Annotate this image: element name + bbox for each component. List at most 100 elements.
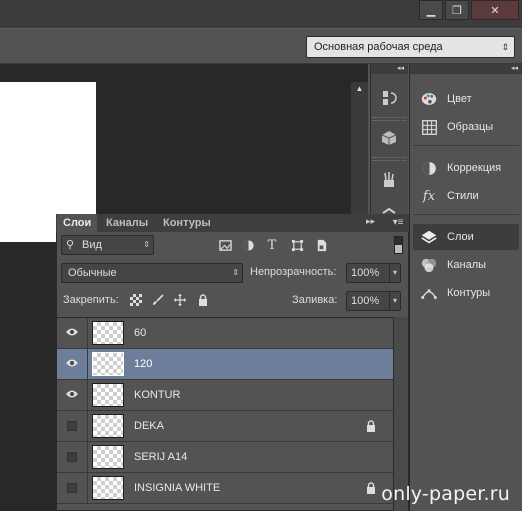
dock-item-label: Коррекция	[447, 162, 502, 174]
layer-name[interactable]: SERIJ A14	[134, 442, 187, 472]
opacity-label: Непрозрачность:	[250, 266, 337, 278]
layers-stack-icon	[419, 227, 439, 247]
swatches-grid-icon	[419, 117, 439, 137]
layer-row-selected[interactable]: 120	[57, 349, 393, 380]
lock-icon	[365, 420, 377, 432]
layers-list: 60 120 KONTUR DEKA SERIJ A14 INSIGNIA WH…	[57, 317, 393, 511]
lock-all-icon[interactable]	[196, 293, 210, 307]
fill-value: 100%	[351, 295, 380, 307]
visibility-toggle[interactable]	[57, 473, 88, 503]
chevron-updown-icon: ⇕	[143, 240, 150, 249]
layer-kind-filter[interactable]: ⚲ Вид ⇕	[61, 235, 154, 255]
chevron-down-icon[interactable]: ▾	[388, 264, 397, 282]
chevron-updown-icon: ⇕	[232, 268, 239, 277]
type-filter-icon[interactable]: T	[264, 237, 280, 253]
history-icon[interactable]	[373, 83, 405, 113]
adjustment-circle-icon	[419, 158, 439, 178]
layers-scrollbar[interactable]	[393, 317, 408, 511]
hidden-box-icon	[67, 421, 77, 431]
collapse-icon[interactable]: ▸▸	[366, 216, 375, 227]
lock-transparency-icon[interactable]	[129, 293, 143, 307]
lock-position-move-icon[interactable]	[173, 293, 187, 307]
dock-item-channels[interactable]: Каналы	[413, 252, 519, 278]
fill-field[interactable]: 100% ▾	[346, 291, 401, 311]
minimize-button[interactable]: ▁	[419, 0, 443, 20]
adjustment-filter-icon[interactable]	[240, 237, 256, 253]
strip-grip[interactable]	[372, 157, 406, 161]
visibility-toggle[interactable]	[57, 349, 88, 379]
layer-thumbnail[interactable]	[92, 321, 124, 345]
chevron-updown-icon: ⇕	[501, 42, 509, 52]
blend-mode-select[interactable]: Обычные ⇕	[61, 263, 243, 283]
opacity-value: 100%	[351, 267, 380, 279]
dock-item-styles[interactable]: fx Стили	[413, 183, 519, 209]
layer-row[interactable]: 60	[57, 318, 393, 349]
scroll-up-icon[interactable]: ▲	[351, 84, 368, 93]
lock-label: Закрепить:	[63, 294, 119, 306]
dock-item-swatches[interactable]: Образцы	[413, 114, 519, 140]
lock-icon	[365, 482, 377, 494]
dock-item-label: Стили	[447, 190, 479, 202]
layer-thumbnail[interactable]	[92, 414, 124, 438]
layer-name[interactable]: INSIGNIA WHITE	[134, 473, 220, 503]
properties-cube-icon[interactable]	[373, 123, 405, 153]
layer-thumbnail[interactable]	[92, 445, 124, 469]
layer-row[interactable]: INSIGNIA WHITE	[57, 473, 393, 504]
opacity-field[interactable]: 100% ▾	[346, 263, 401, 283]
layer-row[interactable]: DEKA	[57, 411, 393, 442]
brushes-icon[interactable]	[373, 165, 405, 195]
layer-thumbnail[interactable]	[92, 352, 124, 376]
dock-item-label: Каналы	[447, 259, 487, 271]
hidden-box-icon	[67, 483, 77, 493]
fx-styles-icon: fx	[422, 188, 436, 204]
chevron-down-icon[interactable]: ▾	[388, 292, 397, 310]
layer-name[interactable]: 60	[134, 318, 146, 348]
dock-item-label: Контуры	[447, 287, 491, 299]
layer-name[interactable]: 120	[134, 349, 152, 379]
smart-object-filter-icon[interactable]	[313, 237, 329, 253]
layer-kind-value: Вид	[82, 239, 102, 251]
shape-filter-icon[interactable]	[289, 237, 305, 253]
dock-item-layers[interactable]: Слои	[413, 224, 519, 250]
visibility-toggle[interactable]	[57, 411, 88, 441]
visibility-toggle[interactable]	[57, 380, 88, 410]
collapse-icon[interactable]: ◂◂	[371, 64, 408, 74]
layer-row[interactable]: SERIJ A14	[57, 442, 393, 473]
tab-layers[interactable]: Слои	[57, 214, 98, 232]
eye-icon	[65, 389, 79, 402]
tab-paths[interactable]: Контуры	[157, 214, 217, 232]
eye-icon	[65, 327, 79, 340]
strip-grip[interactable]	[372, 117, 406, 121]
filter-toggle-switch[interactable]	[394, 236, 403, 254]
watermark: only-paper.ru	[381, 483, 510, 505]
dock-item-label: Цвет	[447, 93, 472, 105]
restore-button[interactable]: ❐	[445, 0, 469, 20]
visibility-toggle[interactable]	[57, 318, 88, 348]
blend-mode-value: Обычные	[68, 267, 117, 279]
dock-item-label: Образцы	[447, 121, 494, 133]
pixel-filter-icon[interactable]	[217, 237, 233, 253]
layer-name[interactable]: KONTUR	[134, 380, 180, 410]
eye-icon	[65, 358, 79, 371]
fill-label: Заливка:	[292, 294, 338, 306]
lock-paint-brush-icon[interactable]	[151, 293, 165, 307]
dock-separator	[413, 145, 519, 146]
dock-item-color[interactable]: Цвет	[413, 86, 519, 112]
panel-menu-icon[interactable]: ▾≡	[388, 214, 408, 232]
layer-thumbnail[interactable]	[92, 476, 124, 500]
dock-item-paths[interactable]: Контуры	[413, 280, 519, 306]
tab-channels[interactable]: Каналы	[100, 214, 154, 232]
dock-item-label: Слои	[447, 231, 474, 243]
layer-row[interactable]: KONTUR	[57, 380, 393, 411]
layer-name[interactable]: DEKA	[134, 411, 164, 441]
paths-pen-icon	[419, 283, 439, 303]
collapse-icon[interactable]: ◂◂	[410, 64, 522, 74]
workspace-select-value: Основная рабочая среда	[314, 41, 443, 53]
dock-item-adjustments[interactable]: Коррекция	[413, 155, 519, 181]
channels-circles-icon	[419, 255, 439, 275]
layer-thumbnail[interactable]	[92, 383, 124, 407]
palette-icon	[419, 89, 439, 109]
workspace-select[interactable]: Основная рабочая среда ⇕	[306, 36, 515, 58]
visibility-toggle[interactable]	[57, 442, 88, 472]
close-button[interactable]: ✕	[471, 0, 519, 20]
